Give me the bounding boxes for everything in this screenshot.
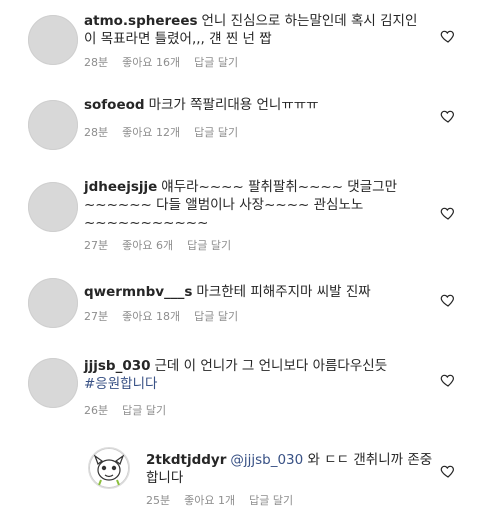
comment-text: qwermnbv___s 마크한테 피해주지마 씨발 진짜 [84,283,429,301]
likes-count[interactable]: 좋아요 12개 [122,126,180,139]
username[interactable]: qwermnbv___s [84,284,192,300]
avatar[interactable] [28,278,78,328]
likes-count[interactable]: 좋아요 1개 [184,494,235,507]
heart-icon[interactable] [440,292,456,308]
username[interactable]: 2tkdtjddyr [146,452,226,468]
comment-body: 마크한테 피해주지마 씨발 진짜 [196,284,371,300]
timestamp: 27분 [84,239,109,252]
heart-icon[interactable] [440,463,456,479]
timestamp: 25분 [146,494,171,507]
reply-text: 2tkdtjddyr @jjjsb_030 와 ㄷㄷ 갠취니까 존중합니다 [146,451,436,487]
comment-text: atmo.spherees 언니 진심으로 하는말인데 혹시 김지인이 목표라면 … [84,12,429,48]
reply-button[interactable]: 답글 달기 [194,56,238,69]
comment-meta: 26분 답글 달기 [84,402,180,418]
likes-count[interactable]: 좋아요 6개 [122,239,173,252]
avatar[interactable] [88,447,130,489]
reply-button[interactable]: 답글 달기 [194,126,238,139]
reply-button[interactable]: 답글 달기 [194,310,238,323]
mention-link[interactable]: @jjjsb_030 [230,452,303,468]
reply-button[interactable]: 답글 달기 [249,494,293,507]
username[interactable]: sofoeod [84,97,145,113]
cartoon-avatar-icon [90,449,128,487]
avatar[interactable] [28,15,78,65]
comment-text: sofoeod 마크가 쪽팔리대용 언니ㅠㅠㅠ [84,96,429,114]
heart-icon[interactable] [440,108,456,124]
timestamp: 28분 [84,56,109,69]
comment-meta: 28분 좋아요 12개 답글 달기 [84,124,252,140]
comment-meta: 28분 좋아요 16개 답글 달기 [84,54,252,70]
heart-icon[interactable] [440,205,456,221]
heart-icon[interactable] [440,28,456,44]
username[interactable]: jdheejsjje [84,179,157,195]
comment-text: jdheejsjje 얘두라~~~~ 팔취팔취~~~~ 댓글그만~~~~~~ 다들… [84,178,429,232]
comment-body: 마크가 쪽팔리대용 언니ㅠㅠㅠ [148,97,319,113]
likes-count[interactable]: 좋아요 18개 [122,310,180,323]
comment-body: 근데 이 언니가 그 언니보다 아름다우신듯 [154,358,388,374]
avatar[interactable] [28,182,78,232]
comment-meta: 27분 좋아요 6개 답글 달기 [84,237,245,253]
heart-icon[interactable] [440,372,456,388]
comment-text: jjjsb_030 근데 이 언니가 그 언니보다 아름다우신듯 #응원합니다 [84,357,429,393]
reply-meta: 25분 좋아요 1개 답글 달기 [146,492,307,508]
avatar[interactable] [28,358,78,408]
hashtag-link[interactable]: #응원합니다 [84,376,157,392]
comment-meta: 27분 좋아요 18개 답글 달기 [84,308,252,324]
username[interactable]: jjjsb_030 [84,358,151,374]
timestamp: 27분 [84,310,109,323]
timestamp: 28분 [84,126,109,139]
avatar[interactable] [28,100,78,150]
username[interactable]: atmo.spherees [84,13,198,29]
timestamp: 26분 [84,404,109,417]
likes-count[interactable]: 좋아요 16개 [122,56,180,69]
reply-button[interactable]: 답글 달기 [187,239,231,252]
reply-button[interactable]: 답글 달기 [122,404,166,417]
